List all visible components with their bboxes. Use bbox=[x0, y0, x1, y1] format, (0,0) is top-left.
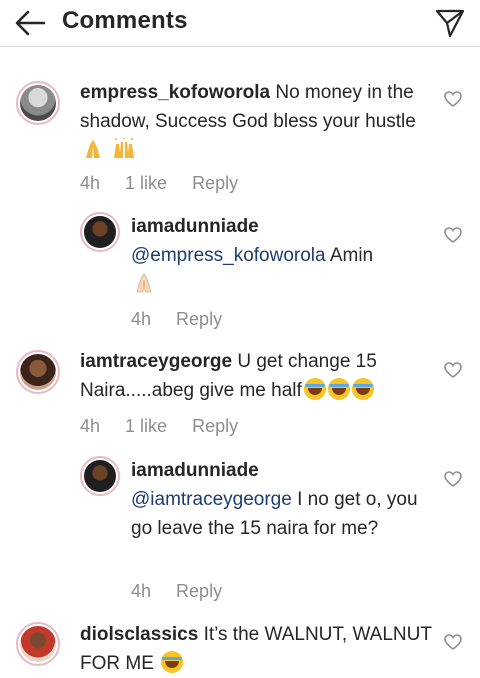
heart-icon[interactable] bbox=[444, 634, 462, 650]
folded-hands-emoji bbox=[133, 272, 155, 294]
heart-icon[interactable] bbox=[444, 471, 462, 487]
heart-icon[interactable] bbox=[444, 362, 462, 378]
comment-mention[interactable]: @empress_kofoworola bbox=[131, 245, 326, 266]
avatar[interactable] bbox=[16, 81, 60, 125]
reply-button[interactable]: Reply bbox=[192, 416, 238, 436]
avatar[interactable] bbox=[80, 456, 120, 496]
tears-of-joy-emoji bbox=[161, 651, 184, 673]
reply-button[interactable]: Reply bbox=[176, 309, 222, 329]
comment-text: Amin bbox=[329, 245, 374, 266]
reply-button[interactable]: Reply bbox=[192, 173, 238, 193]
comment-likes[interactable]: 1 like bbox=[125, 416, 167, 436]
folded-hands-emoji bbox=[82, 138, 104, 160]
header-bar: Comments bbox=[0, 0, 480, 47]
comment-meta: 4h 1 like Reply bbox=[80, 416, 258, 437]
comment-username[interactable]: iamadunniade bbox=[131, 216, 259, 237]
comment-time: 4h bbox=[80, 173, 101, 193]
page-title: Comments bbox=[62, 7, 188, 34]
comment-time: 4h bbox=[131, 309, 152, 329]
comment-time: 4h bbox=[131, 581, 152, 601]
comment-mention[interactable]: @iamtraceygeorge bbox=[131, 489, 292, 510]
heart-icon[interactable] bbox=[444, 227, 462, 243]
avatar[interactable] bbox=[16, 622, 60, 666]
comment-likes[interactable]: 1 like bbox=[125, 173, 167, 193]
comment-body: empress_kofoworola No money in the shado… bbox=[80, 78, 435, 165]
tears-of-joy-emoji bbox=[303, 378, 326, 400]
comment-meta: 4h Reply bbox=[131, 581, 242, 602]
comment-body: iamtraceygeorge U get change 15 Naira...… bbox=[80, 347, 435, 405]
raising-hands-emoji bbox=[111, 137, 135, 160]
heart-icon[interactable] bbox=[444, 91, 462, 107]
comment-body: iamadunniade @empress_kofoworola Amin bbox=[131, 212, 431, 299]
reply-button[interactable]: Reply bbox=[176, 581, 222, 601]
comment-body: iamadunniade @iamtraceygeorge I no get o… bbox=[131, 456, 431, 543]
arrow-left-icon[interactable] bbox=[14, 8, 48, 38]
tears-of-joy-emoji bbox=[351, 378, 374, 400]
comment-username[interactable]: iamtraceygeorge bbox=[80, 351, 232, 372]
comment-username[interactable]: empress_kofoworola bbox=[80, 82, 270, 103]
avatar[interactable] bbox=[80, 212, 120, 252]
avatar[interactable] bbox=[16, 350, 60, 394]
comment-meta: 4h Reply bbox=[131, 309, 242, 330]
paper-plane-icon[interactable] bbox=[434, 8, 466, 38]
comment-meta: 4h 1 like Reply bbox=[80, 173, 258, 194]
comment-time: 4h bbox=[80, 416, 101, 436]
comment-username[interactable]: iamadunniade bbox=[131, 460, 259, 481]
tears-of-joy-emoji bbox=[327, 378, 350, 400]
comment-username[interactable]: diolsclassics bbox=[80, 624, 198, 645]
comment-body: diolsclassics It’s the WALNUT, WALNUT FO… bbox=[80, 620, 435, 678]
